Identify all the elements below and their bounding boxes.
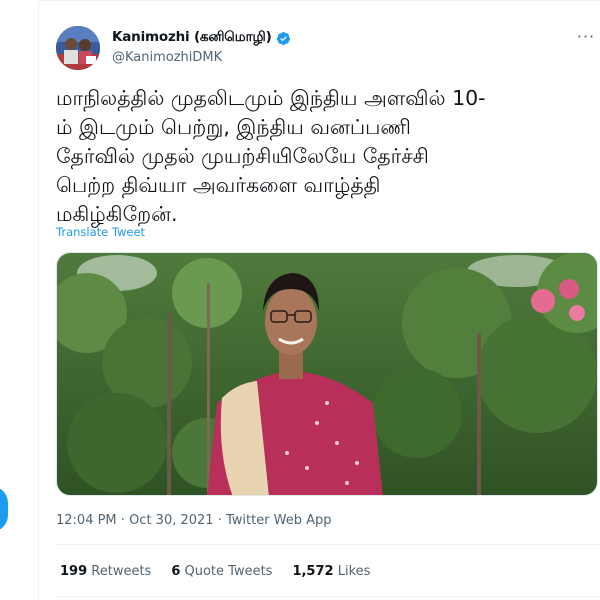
likes-stat[interactable]: 1,572 Likes — [292, 564, 370, 579]
retweets-label: Retweets — [87, 564, 152, 579]
likes-label: Likes — [333, 564, 371, 579]
tweet-media-photo[interactable] — [56, 252, 598, 496]
tweet-text-line: ம் இடமும் பெற்று, இந்திய வனப்பணி — [56, 115, 411, 139]
tweet-author[interactable]: Kanimozhi (கனிமொழி) @KanimozhiDMK — [112, 29, 291, 65]
quote-tweets-stat[interactable]: 6 Quote Tweets — [171, 564, 272, 579]
tweet-text-line: மாநிலத்தில் முதலிடமும் இந்திய அளவில் 10- — [56, 86, 486, 110]
compose-tweet-button[interactable] — [0, 486, 8, 532]
tweet-text-line: பெற்ற திவ்யா அவர்களை வாழ்த்தி — [56, 173, 381, 197]
avatar[interactable] — [56, 26, 100, 70]
likes-count: 1,572 — [292, 564, 334, 579]
verified-badge-icon — [276, 31, 290, 45]
stats-divider — [56, 544, 600, 545]
more-horizontal-icon[interactable]: ··· — [574, 28, 598, 46]
tweet-time: 12:04 PM — [56, 513, 117, 528]
tweet-source[interactable]: Twitter Web App — [226, 513, 332, 528]
timeline-border-top — [38, 0, 600, 1]
user-handle[interactable]: @KanimozhiDMK — [112, 50, 291, 65]
translate-tweet-link[interactable]: Translate Tweet — [56, 225, 145, 239]
retweets-stat[interactable]: 199 Retweets — [60, 564, 151, 579]
photo-of-woman-in-garden — [57, 253, 597, 495]
retweets-count: 199 — [60, 564, 88, 579]
timeline-border-left — [38, 0, 39, 600]
tweet-detail-page: Kanimozhi (கனிமொழி) @KanimozhiDMK ··· மா… — [0, 0, 600, 600]
quote-tweets-label: Quote Tweets — [180, 564, 273, 579]
separator: · — [213, 513, 226, 528]
separator: · — [116, 513, 130, 528]
stats-divider-bottom — [56, 596, 600, 597]
display-name-row: Kanimozhi (கனிமொழி) — [112, 29, 291, 47]
tweet-stats: 199 Retweets 6 Quote Tweets 1,572 Likes — [60, 564, 370, 579]
tweet-date: Oct 30, 2021 — [129, 513, 214, 528]
tweet-text: மாநிலத்தில் முதலிடமும் இந்திய அளவில் 10-… — [56, 84, 592, 229]
display-name[interactable]: Kanimozhi (கனிமொழி) — [112, 29, 272, 47]
user-avatar-photo — [56, 26, 100, 70]
tweet-timestamp[interactable]: 12:04 PM · Oct 30, 2021 · Twitter Web Ap… — [56, 513, 332, 528]
tweet-text-line: தேர்வில் முதல் முயற்சியிலேயே தேர்ச்சி — [56, 144, 429, 168]
